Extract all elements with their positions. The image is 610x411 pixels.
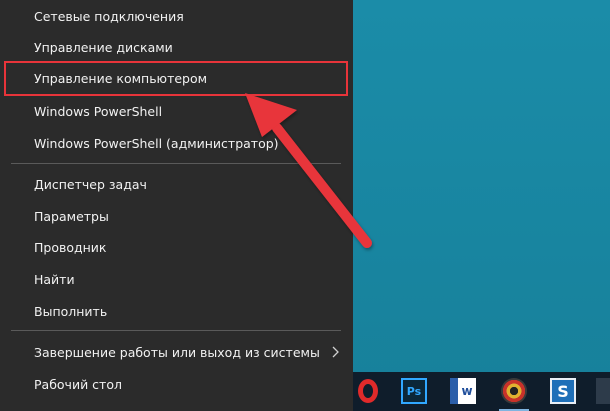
menu-item-run[interactable]: Выполнить bbox=[0, 296, 353, 326]
menu-item-label: Рабочий стол bbox=[34, 376, 122, 392]
photoshop-icon[interactable]: Ps bbox=[401, 378, 427, 404]
menu-item-label: Управление компьютером bbox=[34, 70, 208, 86]
word-icon-text: w bbox=[461, 384, 473, 398]
menu-item-label: Параметры bbox=[34, 208, 109, 224]
menu-item-label: Проводник bbox=[34, 239, 107, 255]
menu-item-label: Диспетчер задач bbox=[34, 176, 147, 192]
menu-item-label: Windows PowerShell bbox=[34, 103, 163, 119]
menu-item-explorer[interactable]: Проводник bbox=[0, 232, 353, 262]
menu-item-label: Найти bbox=[34, 271, 75, 287]
disc-burner-icon[interactable] bbox=[501, 378, 527, 404]
menu-item-shutdown-signout[interactable]: Завершение работы или выход из системы bbox=[0, 337, 353, 367]
taskbar-overflow-icon[interactable] bbox=[596, 378, 610, 404]
menu-item-label: Выполнить bbox=[34, 303, 108, 319]
desktop-background bbox=[353, 0, 610, 411]
menu-item-task-manager[interactable]: Диспетчер задач bbox=[0, 169, 353, 199]
menu-item-label: Завершение работы или выход из системы bbox=[34, 344, 320, 360]
menu-item-label: Управление дисками bbox=[34, 39, 173, 55]
opera-icon[interactable] bbox=[358, 379, 378, 403]
menu-item-powershell[interactable]: Windows PowerShell bbox=[0, 96, 353, 126]
menu-item-settings[interactable]: Параметры bbox=[0, 201, 353, 231]
chevron-right-icon bbox=[332, 346, 339, 358]
menu-item-disk-management[interactable]: Управление дисками bbox=[0, 32, 353, 62]
photoshop-icon-text: Ps bbox=[406, 384, 422, 398]
snagit-icon[interactable]: S bbox=[550, 378, 576, 404]
menu-item-desktop[interactable]: Рабочий стол bbox=[0, 369, 353, 399]
menu-divider bbox=[11, 163, 341, 164]
menu-item-network-connections[interactable]: Сетевые подключения bbox=[0, 1, 353, 31]
screen: Сетевые подключения Управление дисками У… bbox=[0, 0, 610, 411]
menu-item-computer-management[interactable]: Управление компьютером bbox=[0, 63, 353, 93]
menu-item-label: Windows PowerShell (администратор) bbox=[34, 135, 279, 151]
winx-context-menu: Сетевые подключения Управление дисками У… bbox=[0, 0, 353, 411]
menu-item-label: Сетевые подключения bbox=[34, 8, 184, 24]
menu-item-powershell-admin[interactable]: Windows PowerShell (администратор) bbox=[0, 128, 353, 158]
menu-item-search[interactable]: Найти bbox=[0, 264, 353, 294]
word-icon[interactable]: w bbox=[450, 378, 476, 404]
menu-divider bbox=[11, 330, 341, 331]
snagit-icon-text: S bbox=[557, 381, 569, 401]
taskbar: Ps w S bbox=[353, 372, 610, 411]
